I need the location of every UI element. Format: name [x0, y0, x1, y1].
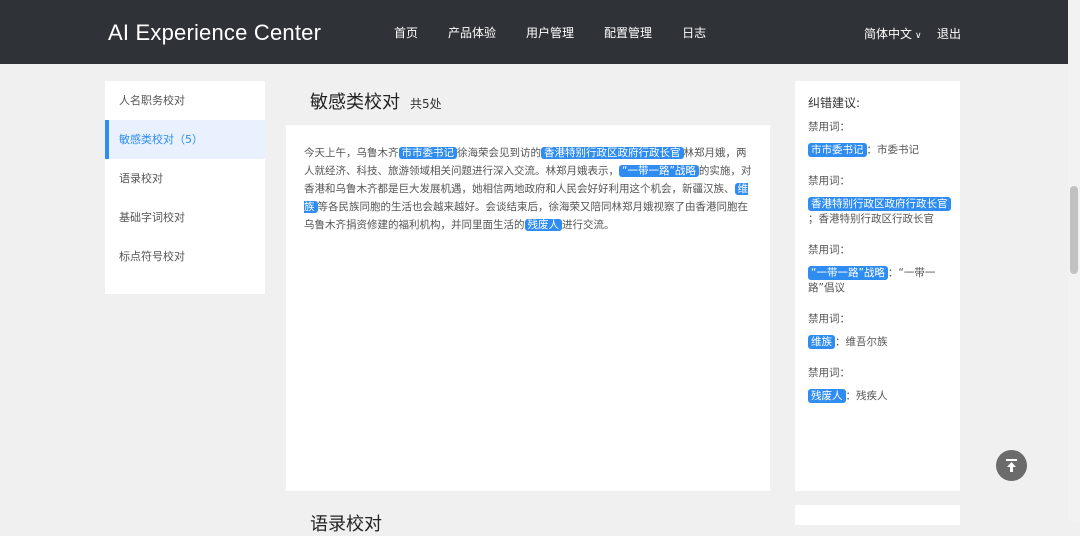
suggestion-label: 禁用词：	[808, 367, 850, 379]
text-segment: 徐海荣会见到访的	[457, 147, 541, 159]
suggestion-item: 维族 ：维吾尔族	[808, 335, 958, 350]
suggestion-item: 市市委书记 ：市委书记	[808, 143, 958, 158]
article-card: 今天上午，乌鲁木齐 市市委书记 徐海荣会见到访的 香港特别行政区政府行政长官 林郑月娥，…	[286, 125, 770, 491]
suggestion-panel: 纠错建议: 禁用词： 市市委书记 ：市委书记 禁用词： 香港特别行政区政府行政长官…	[795, 81, 960, 491]
suggestion-word-tag[interactable]: “一带一路”战略	[808, 266, 888, 280]
scrollbar-thumb[interactable]	[1070, 186, 1078, 274]
chevron-down-icon: ∨	[915, 31, 922, 41]
highlight-sensitive-word[interactable]: 香港特别行政区政府行政长官	[541, 147, 684, 159]
arrow-up-to-line-icon	[1006, 459, 1017, 472]
nav-item-config[interactable]: 配置管理	[604, 24, 652, 41]
nav-item-home[interactable]: 首页	[394, 24, 418, 41]
suggestion-word-tag[interactable]: 维族	[808, 335, 835, 349]
suggestion-item: 香港特别行政区政府行政长官 ；香港特别行政区行政长官	[808, 197, 958, 227]
logout-link[interactable]: 退出	[937, 25, 961, 42]
page-scrollbar[interactable]	[1068, 0, 1080, 521]
suggestion-label: 禁用词：	[808, 121, 850, 133]
brand-logo[interactable]: AI Experience Center	[108, 20, 321, 46]
suggestion-list: 禁用词： 市市委书记 ：市委书记 禁用词： 香港特别行政区政府行政长官 ；香港特别行…	[808, 118, 958, 418]
article-text: 今天上午，乌鲁木齐 市市委书记 徐海荣会见到访的 香港特别行政区政府行政长官 林郑月娥，…	[304, 144, 752, 234]
suggestion-label: 禁用词：	[808, 244, 850, 256]
sidebar-item-name-title[interactable]: 人名职务校对	[105, 81, 265, 120]
suggestion-word-tag[interactable]: 市市委书记	[808, 143, 867, 157]
highlight-sensitive-word[interactable]: 市市委书记	[398, 147, 457, 159]
suggestion-label: 禁用词：	[808, 313, 850, 325]
suggestion-panel-next	[795, 505, 960, 525]
sidebar-item-quotes[interactable]: 语录校对	[105, 159, 265, 198]
main-nav: 首页 产品体验 用户管理 配置管理 日志	[394, 0, 736, 64]
suggestion-title: 纠错建议:	[808, 96, 861, 110]
section-title: 敏感类校对 共5处	[310, 88, 442, 114]
language-label: 简体中文	[864, 27, 913, 41]
language-dropdown[interactable]: 简体中文 ∨	[864, 25, 922, 42]
suggestion-fix: ：维吾尔族	[835, 336, 888, 348]
suggestion-item: “一带一路”战略 ：“一带一路”倡议	[808, 266, 958, 296]
sidebar-item-basic-words[interactable]: 基础字词校对	[105, 198, 265, 237]
next-section-title: 语录校对	[310, 514, 382, 535]
suggestion-label: 禁用词：	[808, 175, 850, 187]
nav-item-users[interactable]: 用户管理	[526, 24, 574, 41]
top-navbar: AI Experience Center 首页 产品体验 用户管理 配置管理 日…	[0, 0, 1068, 64]
suggestion-item: 残废人 ：残疾人	[808, 389, 958, 404]
suggestion-fix: ：市委书记	[866, 144, 920, 156]
sidebar-item-sensitive[interactable]: 敏感类校对（5）	[105, 120, 265, 159]
highlight-sensitive-word[interactable]: “一带一路”战略	[619, 165, 699, 177]
nav-item-product[interactable]: 产品体验	[448, 24, 496, 41]
suggestion-word-tag[interactable]: 香港特别行政区政府行政长官	[808, 197, 951, 211]
section-title-text: 敏感类校对	[310, 92, 400, 113]
issue-count: 共5处	[410, 97, 442, 111]
sidebar-item-punctuation[interactable]: 标点符号校对	[105, 237, 265, 276]
proofread-category-sidebar: 人名职务校对 敏感类校对（5） 语录校对 基础字词校对 标点符号校对	[105, 81, 265, 294]
text-segment: 进行交流。	[562, 219, 615, 231]
suggestion-fix: ：残疾人	[845, 390, 888, 402]
highlight-sensitive-word[interactable]: 残废人	[524, 219, 562, 231]
text-segment: 今天上午，乌鲁木齐	[304, 147, 399, 159]
suggestion-word-tag[interactable]: 残废人	[808, 389, 846, 403]
back-to-top-button[interactable]	[996, 450, 1027, 481]
nav-item-log[interactable]: 日志	[682, 24, 706, 41]
suggestion-fix: ；香港特别行政区行政长官	[808, 213, 934, 225]
